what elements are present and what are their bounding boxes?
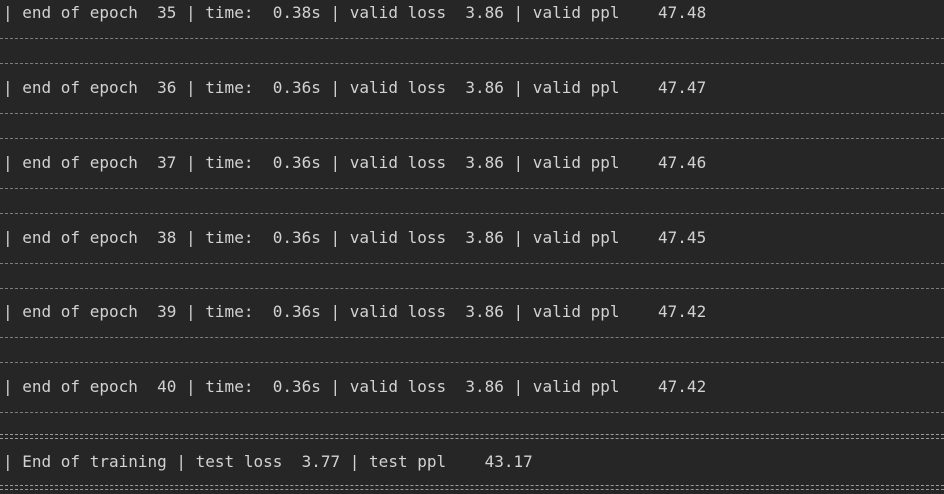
double-separator bbox=[0, 434, 944, 439]
epoch-log-line: | end of epoch 40 | time: 0.36s | valid … bbox=[3, 377, 707, 396]
epoch-log-line: | end of epoch 35 | time: 0.38s | valid … bbox=[3, 3, 707, 22]
dashed-separator bbox=[0, 188, 944, 189]
dashed-separator bbox=[0, 337, 944, 338]
epoch-log-line: | end of epoch 36 | time: 0.36s | valid … bbox=[3, 78, 707, 97]
dashed-separator bbox=[0, 412, 944, 413]
double-separator bbox=[0, 485, 944, 490]
dashed-separator bbox=[0, 213, 944, 214]
epoch-log-line: | end of epoch 37 | time: 0.36s | valid … bbox=[3, 153, 707, 172]
training-summary-line: | End of training | test loss 3.77 | tes… bbox=[3, 452, 533, 471]
dashed-separator bbox=[0, 138, 944, 139]
dashed-separator bbox=[0, 263, 944, 264]
dashed-separator bbox=[0, 63, 944, 64]
epoch-log-line: | end of epoch 39 | time: 0.36s | valid … bbox=[3, 302, 707, 321]
dashed-separator bbox=[0, 362, 944, 363]
terminal-output[interactable]: | end of epoch 35 | time: 0.38s | valid … bbox=[0, 0, 944, 494]
epoch-log-line: | end of epoch 38 | time: 0.36s | valid … bbox=[3, 228, 707, 247]
dashed-separator bbox=[0, 288, 944, 289]
dashed-separator bbox=[0, 38, 944, 39]
dashed-separator bbox=[0, 113, 944, 114]
